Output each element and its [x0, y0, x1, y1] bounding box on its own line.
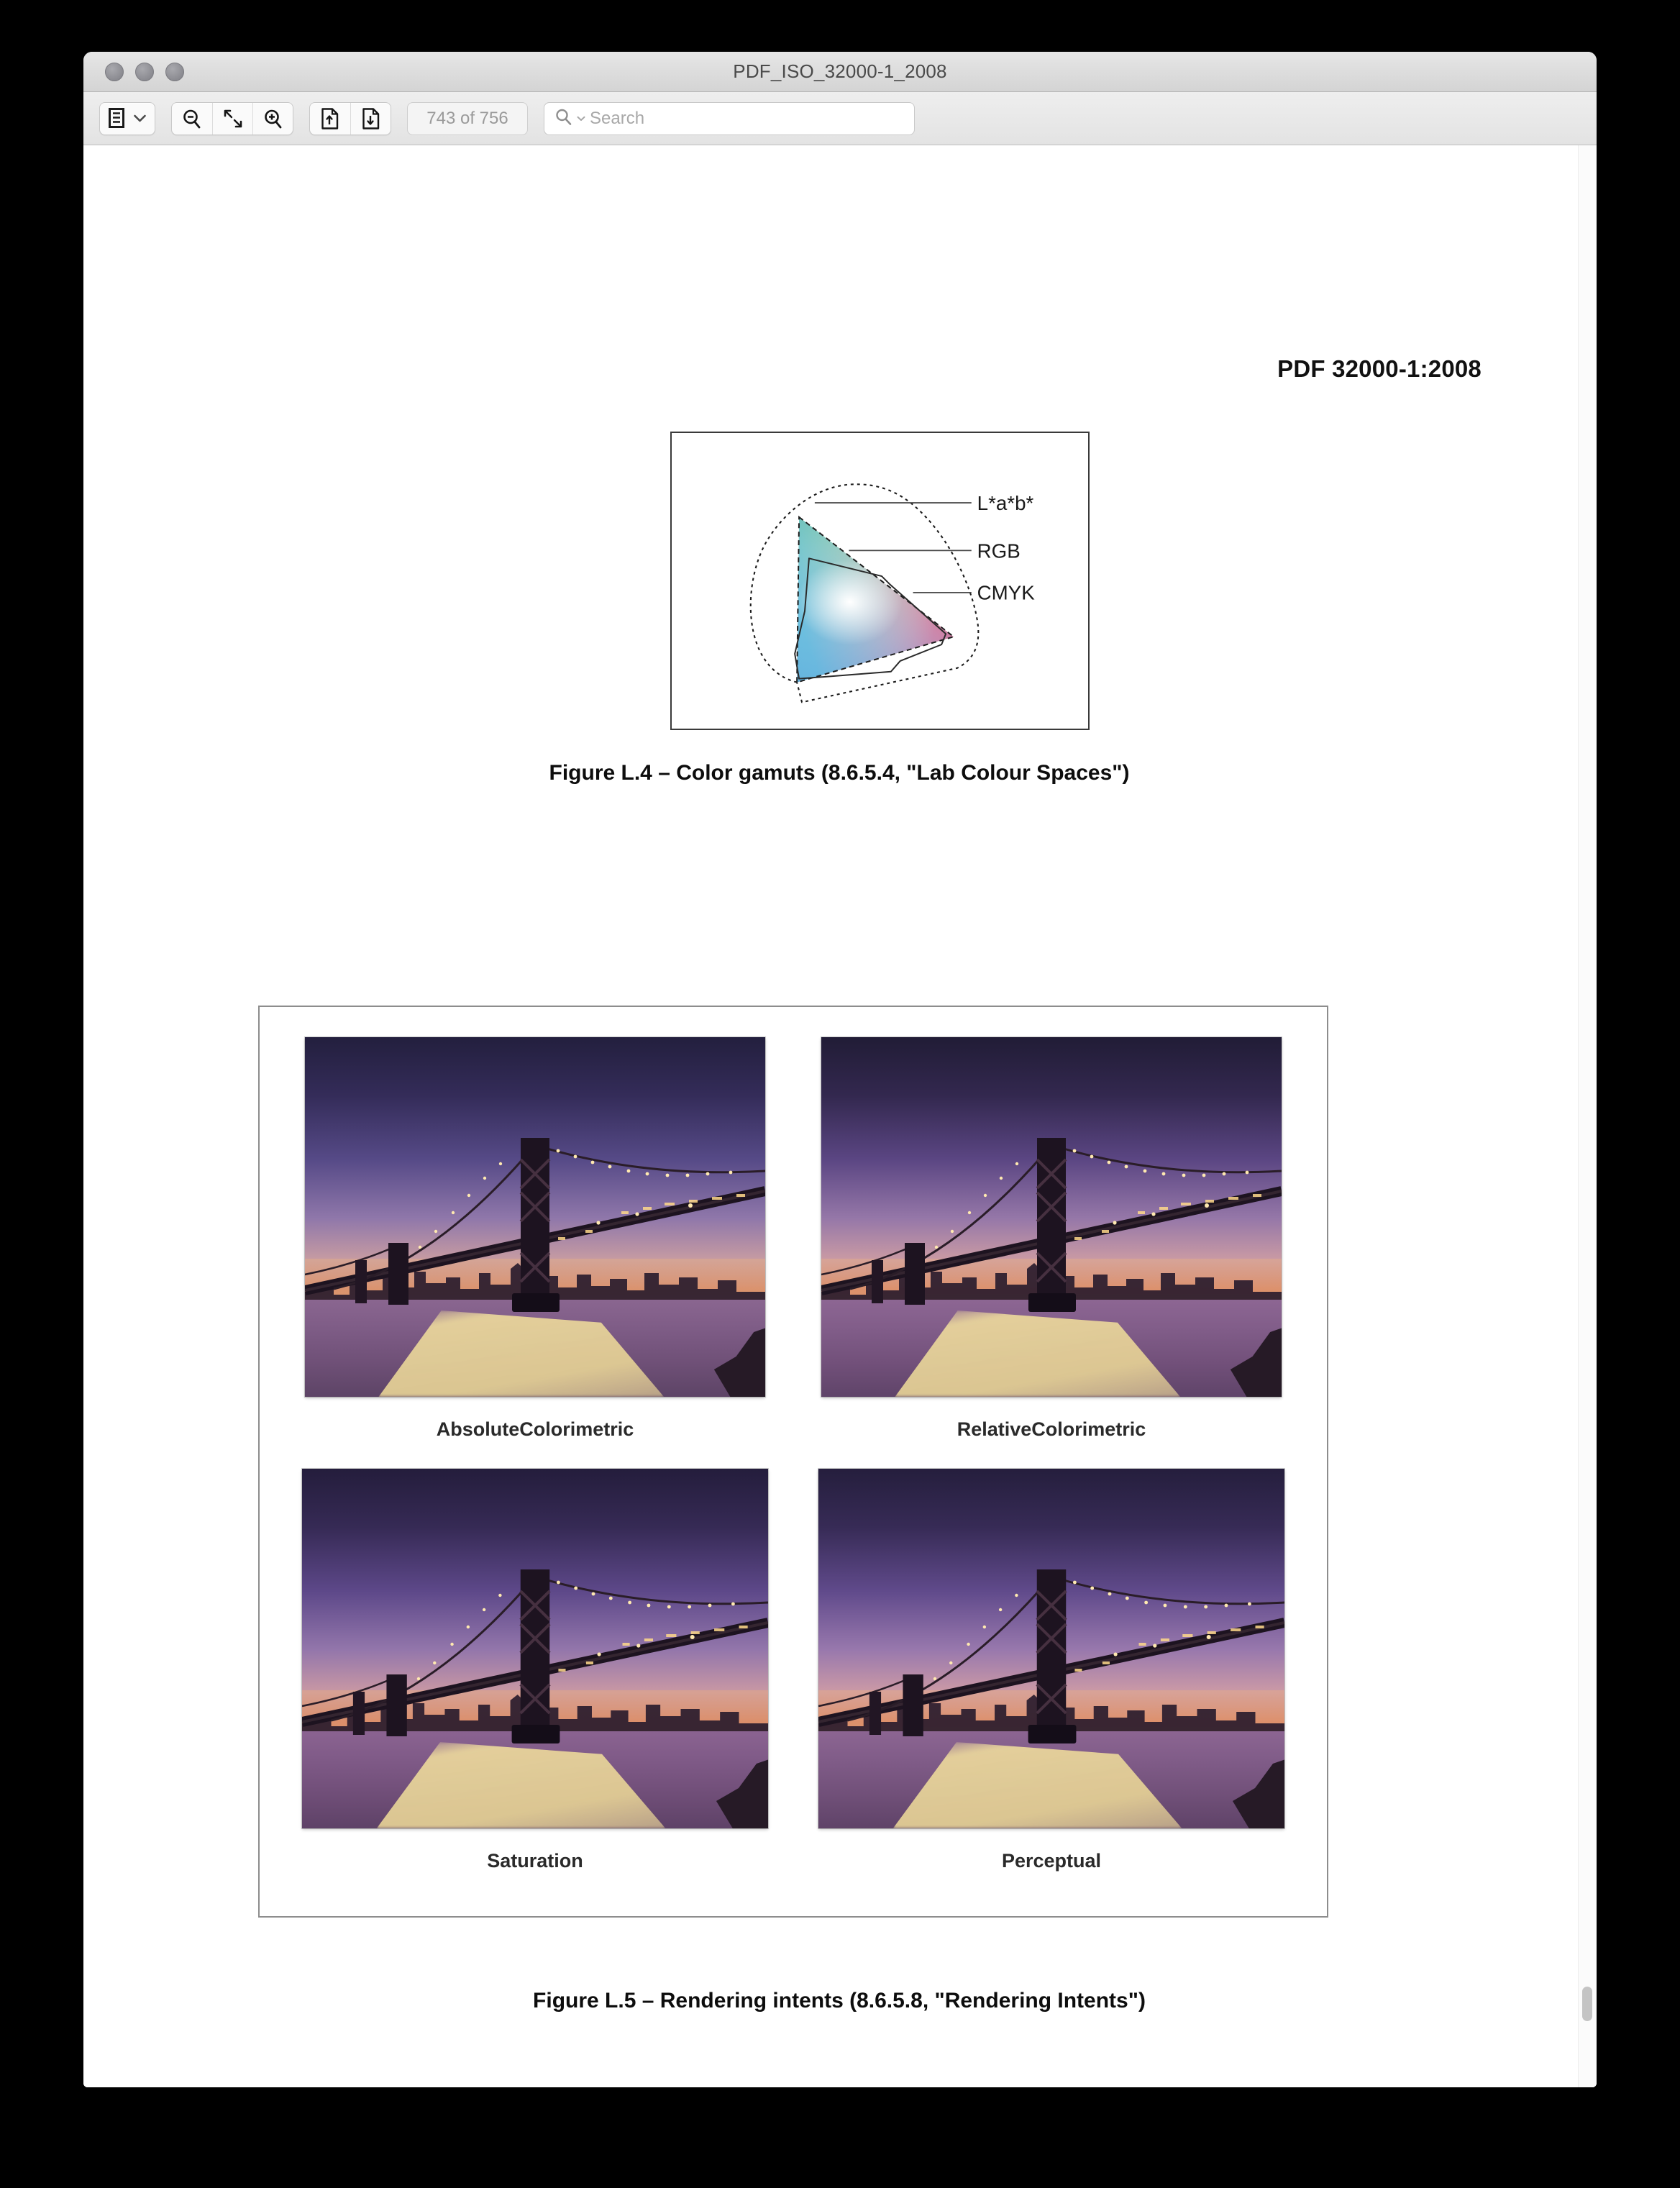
rgb-gamut-label: RGB — [977, 539, 1021, 562]
intent-label: Perceptual — [1001, 1850, 1102, 1872]
rendering-intents-figure: AbsoluteColorimetric RelativeColorimetri… — [258, 1006, 1328, 1918]
lab-gamut-label: L*a*b* — [977, 492, 1034, 514]
figure-l4-caption: Figure L.4 – Color gamuts (8.6.5.4, "Lab… — [549, 761, 1130, 785]
gamut-diagram: L*a*b* RGB CMYK — [670, 432, 1090, 730]
cmyk-gamut-label: CMYK — [977, 582, 1036, 604]
chevron-down-icon — [134, 114, 146, 122]
pdf-viewer-window: PDF_ISO_32000-1_2008 743 of 756 Search P… — [83, 52, 1597, 2087]
intent-relative-colorimetric: RelativeColorimetric — [813, 1037, 1289, 1463]
figure-l5-caption: Figure L.5 – Rendering intents (8.6.5.8,… — [533, 1989, 1146, 2012]
viewer-toolbar: 743 of 756 Search — [83, 92, 1597, 145]
photo-absolute-colorimetric — [305, 1037, 765, 1397]
next-page-icon — [362, 107, 380, 129]
window-titlebar: PDF_ISO_32000-1_2008 — [83, 52, 1597, 92]
sidebar-toggle-group — [99, 101, 155, 135]
previous-page-icon — [321, 107, 339, 129]
intent-label: Saturation — [487, 1850, 583, 1872]
zoom-controls-group — [171, 101, 293, 135]
bay-bridge-silhouette — [302, 1469, 768, 1828]
rgb-gamut-fill — [797, 516, 954, 683]
search-chevron-down-icon — [577, 112, 585, 125]
running-header: PDF 32000-1:2008 — [1277, 355, 1482, 382]
intent-label: AbsoluteColorimetric — [436, 1418, 634, 1440]
previous-page-button[interactable] — [310, 103, 350, 135]
window-title: PDF_ISO_32000-1_2008 — [733, 60, 947, 82]
bay-bridge-silhouette — [821, 1037, 1282, 1397]
search-magnifier-icon — [554, 108, 572, 129]
sidebar-view-toggle-button[interactable] — [100, 103, 155, 135]
intent-absolute-colorimetric: AbsoluteColorimetric — [297, 1037, 773, 1463]
next-page-button[interactable] — [350, 102, 391, 135]
zoom-in-icon — [262, 108, 284, 129]
search-placeholder: Search — [590, 108, 645, 128]
search-field[interactable]: Search — [544, 101, 915, 135]
photo-saturation — [302, 1469, 768, 1828]
gamut-diagram-svg: L*a*b* RGB CMYK — [749, 483, 1036, 703]
page-number-field[interactable]: 743 of 756 — [407, 101, 528, 135]
intent-saturation: Saturation — [297, 1469, 773, 1895]
vertical-scrollbar[interactable] — [1578, 145, 1597, 2087]
zoom-out-button[interactable] — [172, 103, 212, 135]
photo-relative-colorimetric — [821, 1037, 1282, 1397]
zoom-out-icon — [181, 108, 203, 129]
bay-bridge-silhouette — [818, 1469, 1284, 1828]
document-scroll-area[interactable]: PDF 32000-1:2008 L*a*b* RGB CMYK Figure … — [83, 145, 1597, 2087]
bay-bridge-silhouette — [305, 1037, 765, 1397]
scrollbar-thumb[interactable] — [1582, 1987, 1592, 2021]
fit-page-button[interactable] — [212, 102, 252, 135]
fit-page-icon — [223, 109, 243, 129]
intent-perceptual: Perceptual — [813, 1469, 1289, 1895]
page-indicator-text: 743 of 756 — [426, 108, 508, 128]
page-navigation-group — [309, 101, 391, 135]
zoom-in-button[interactable] — [252, 102, 293, 135]
sidebar-list-icon — [109, 107, 129, 129]
photo-perceptual — [818, 1469, 1284, 1828]
intent-label: RelativeColorimetric — [957, 1418, 1146, 1440]
pdf-page: PDF 32000-1:2008 L*a*b* RGB CMYK Figure … — [83, 145, 1595, 2087]
